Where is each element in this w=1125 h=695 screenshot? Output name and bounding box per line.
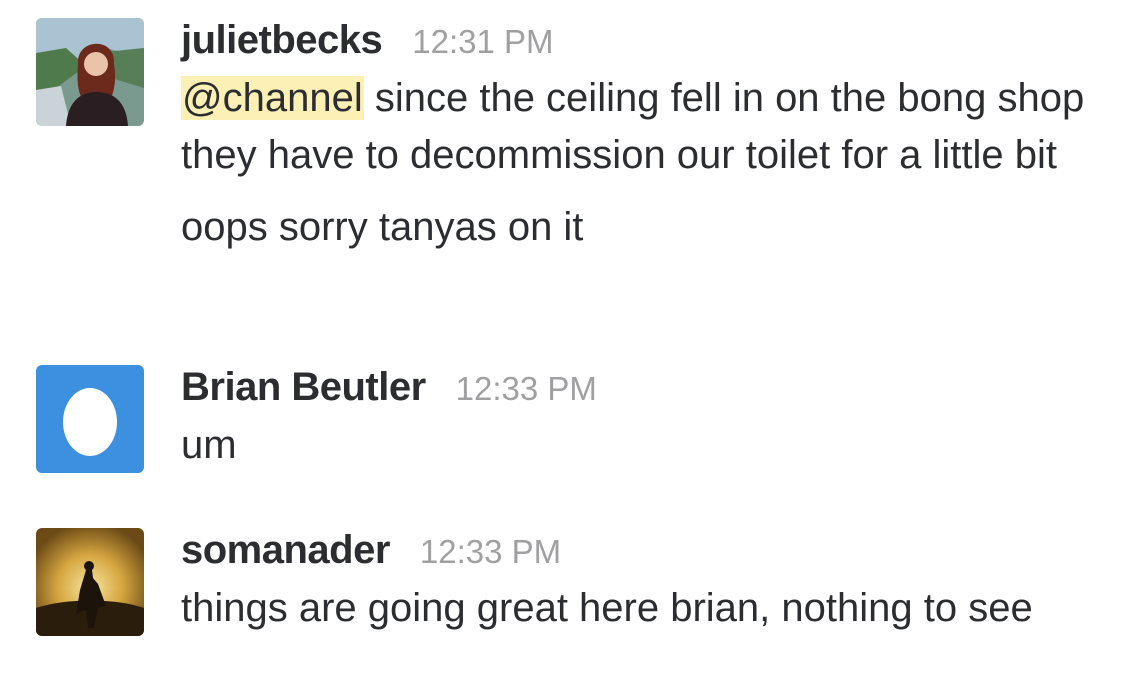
message-text: @channel since the ceiling fell in on th…	[181, 70, 1105, 184]
message-content: Brian Beutler 12:33 PM um	[181, 365, 1105, 474]
username-link[interactable]: Brian Beutler	[181, 365, 426, 410]
message-meta: Brian Beutler 12:33 PM	[181, 365, 1105, 415]
timestamp-link[interactable]: 12:33 PM	[420, 533, 561, 571]
egg-avatar-icon	[36, 365, 144, 473]
username-link[interactable]: julietbecks	[181, 18, 383, 63]
message-text: oops sorry tanyas on it	[181, 205, 584, 249]
user-avatar[interactable]	[36, 528, 144, 636]
username-link[interactable]: somanader	[181, 528, 390, 573]
message-meta: somanader 12:33 PM	[181, 528, 1105, 578]
message-item: somanader 12:33 PM things are going grea…	[36, 528, 1105, 688]
message-content: julietbecks 12:31 PM @channel since the …	[181, 18, 1105, 256]
timestamp-link[interactable]: 12:33 PM	[456, 370, 597, 408]
user-avatar[interactable]	[36, 18, 144, 126]
message-text: um	[181, 423, 237, 467]
message-item: Brian Beutler 12:33 PM um	[36, 365, 1105, 475]
message-item: julietbecks 12:31 PM @channel since the …	[36, 18, 1105, 318]
message-content: somanader 12:33 PM things are going grea…	[181, 528, 1105, 637]
channel-mention[interactable]: @channel	[181, 76, 364, 120]
user-avatar[interactable]	[36, 365, 144, 473]
message-text: things are going great here brian, nothi…	[181, 586, 1033, 630]
silhouette-sunset-avatar-icon	[36, 528, 144, 636]
user-photo-avatar-icon	[36, 18, 144, 126]
timestamp-link[interactable]: 12:31 PM	[412, 23, 553, 61]
message-meta: julietbecks 12:31 PM	[181, 18, 1105, 68]
